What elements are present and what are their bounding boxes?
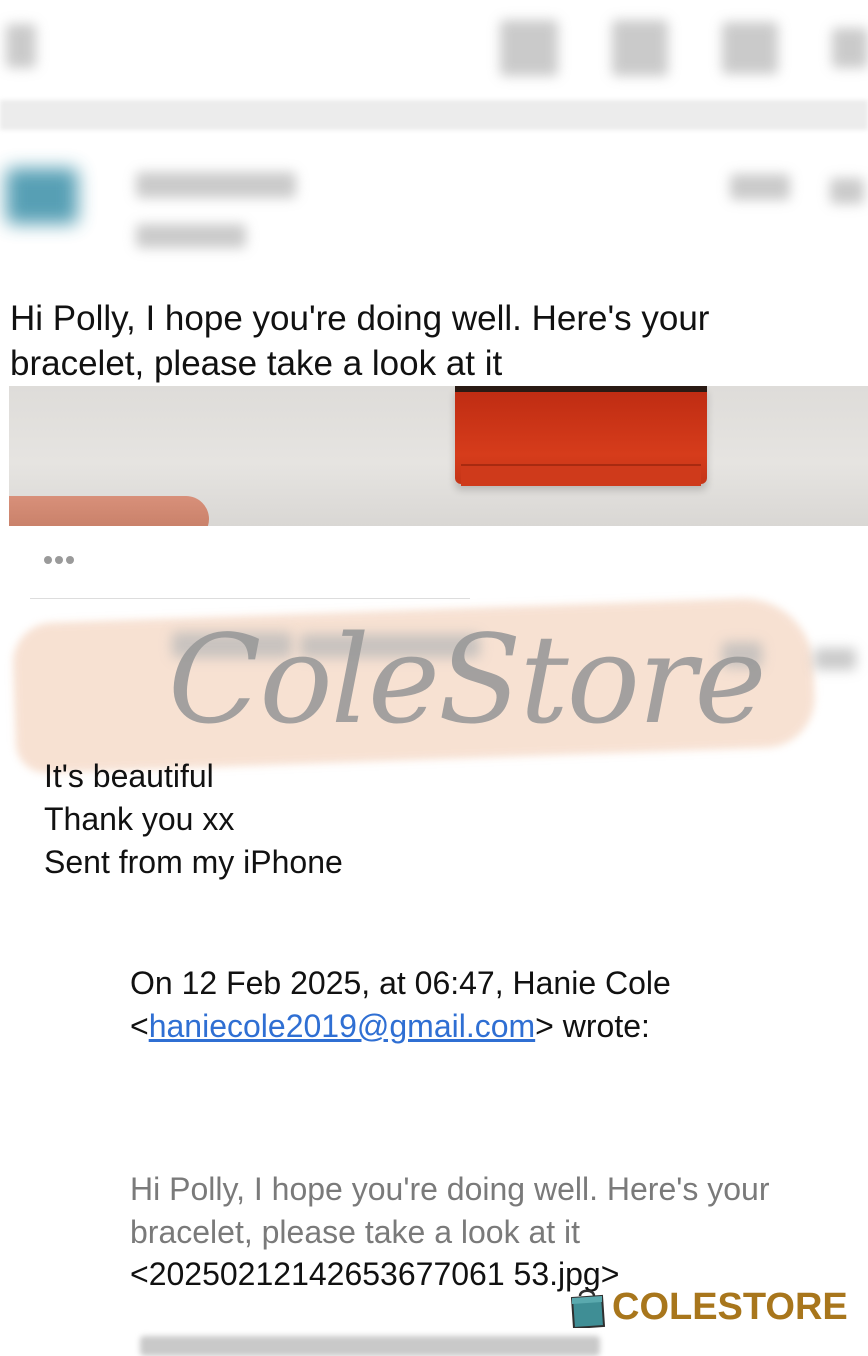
shopping-bag-icon bbox=[570, 1289, 606, 1328]
reply-more-redacted bbox=[814, 648, 856, 670]
avatar[interactable] bbox=[6, 168, 78, 224]
bracelet-photo[interactable] bbox=[9, 386, 868, 526]
archive-icon[interactable] bbox=[500, 20, 558, 76]
sender-name-redacted bbox=[136, 172, 296, 198]
orange-box-top bbox=[455, 386, 707, 392]
toolbar-divider bbox=[0, 100, 868, 130]
sender-more-redacted[interactable] bbox=[830, 178, 864, 204]
ellipsis-dot bbox=[44, 556, 52, 564]
ellipsis-dot bbox=[55, 556, 63, 564]
sender-header[interactable] bbox=[0, 140, 868, 260]
orange-box-lid bbox=[461, 464, 701, 486]
ellipsis-dot bbox=[66, 556, 74, 564]
sender-email-link[interactable]: haniecole2019@gmail.com bbox=[149, 1008, 535, 1044]
sender-recipient-redacted bbox=[136, 224, 246, 248]
quote-body: Hi Polly, I hope you're doing well. Here… bbox=[130, 1171, 770, 1250]
delete-icon[interactable] bbox=[612, 20, 668, 76]
sender-date-redacted bbox=[730, 174, 790, 200]
watermark: ColeStore bbox=[168, 609, 767, 751]
quote-attachment-name[interactable]: <20250212142653677061 53.jpg> bbox=[130, 1254, 619, 1294]
brand-logo: COLESTORE bbox=[568, 1284, 848, 1330]
finger bbox=[9, 496, 209, 526]
cropped-text-line bbox=[140, 1336, 600, 1356]
message-body: Hi Polly, I hope you're doing well. Here… bbox=[10, 299, 710, 383]
quote-header-suffix: > wrote: bbox=[535, 1008, 650, 1044]
reply-line-1: It's beautiful bbox=[44, 758, 214, 794]
reply-line-2: Thank you xx bbox=[44, 801, 235, 837]
quote-header: On 12 Feb 2025, at 06:47, Hanie Cole <ha… bbox=[130, 962, 830, 1048]
mail-icon[interactable] bbox=[722, 22, 778, 74]
brand-name: COLESTORE bbox=[612, 1286, 848, 1328]
back-icon[interactable] bbox=[6, 24, 36, 68]
more-icon[interactable] bbox=[832, 28, 868, 68]
ellipsis-icon[interactable] bbox=[44, 548, 88, 572]
thread-divider bbox=[30, 598, 470, 599]
toolbar bbox=[0, 0, 868, 96]
reply-signature: Sent from my iPhone bbox=[44, 844, 343, 880]
